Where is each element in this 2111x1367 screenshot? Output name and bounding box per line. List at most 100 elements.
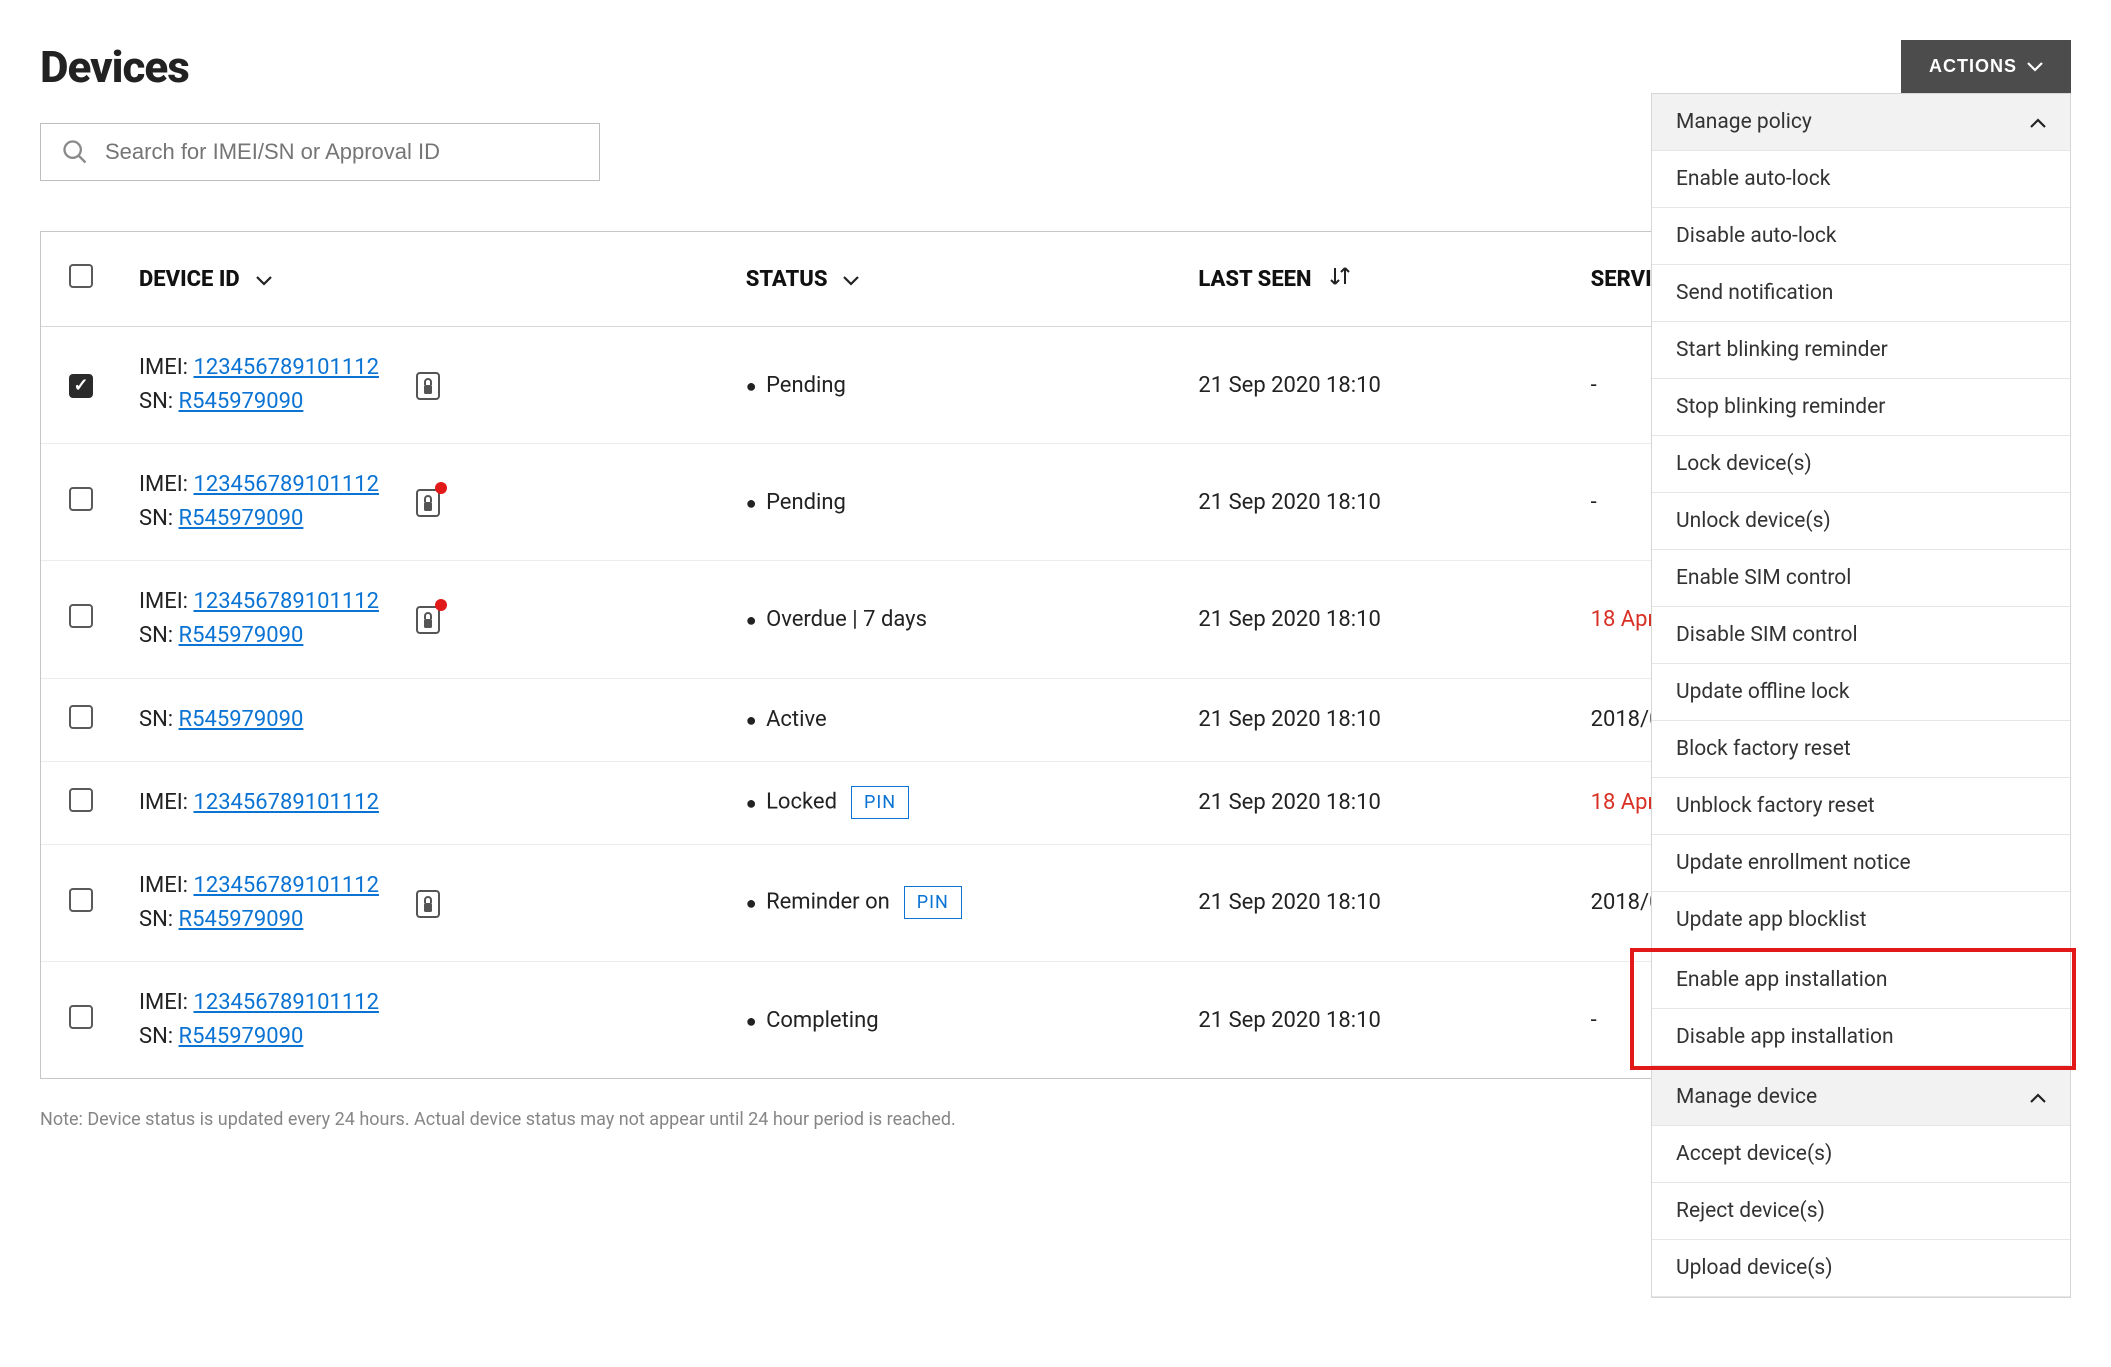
sort-icon[interactable] — [1328, 265, 1352, 293]
status-dot-icon: ● — [746, 493, 757, 514]
column-header-status[interactable]: STATUS — [746, 267, 828, 292]
search-box[interactable] — [40, 123, 600, 181]
status-text: Locked — [761, 790, 837, 815]
chevron-down-icon[interactable] — [256, 267, 272, 292]
pin-badge[interactable]: PIN — [904, 886, 962, 919]
imei-label: IMEI: — [139, 790, 193, 815]
last-seen-value: 21 Sep 2020 18:10 — [1198, 373, 1380, 398]
lock-icon — [415, 603, 441, 635]
menu-item[interactable]: Stop blinking reminder — [1652, 379, 2070, 436]
menu-item[interactable]: Update offline lock — [1652, 664, 2070, 721]
sn-label: SN: — [139, 389, 179, 414]
menu-section-header[interactable]: Manage device — [1652, 1069, 2070, 1126]
menu-item[interactable]: Enable SIM control — [1652, 550, 2070, 607]
row-checkbox[interactable] — [69, 374, 93, 398]
alert-dot-icon — [435, 482, 447, 494]
menu-item[interactable]: Start blinking reminder — [1652, 322, 2070, 379]
status-text: Reminder on — [761, 890, 890, 915]
menu-item[interactable]: Disable auto-lock — [1652, 208, 2070, 265]
actions-menu: Manage policy Enable auto-lockDisable aut… — [1651, 93, 2071, 1298]
status-text: Pending — [761, 373, 846, 398]
lock-icon — [415, 486, 441, 518]
chevron-down-icon[interactable] — [843, 267, 859, 292]
column-header-device-id[interactable]: DEVICE ID — [139, 267, 240, 292]
lock-icon — [415, 887, 441, 919]
imei-link[interactable]: 123456789101112 — [193, 990, 378, 1015]
imei-label: IMEI: — [139, 589, 193, 614]
actions-button-label: ACTIONS — [1929, 56, 2017, 77]
chevron-down-icon — [2027, 56, 2043, 77]
menu-item[interactable]: Update app blocklist — [1652, 892, 2070, 949]
menu-section-label: Manage policy — [1676, 110, 1812, 134]
chevron-up-icon — [2030, 110, 2046, 134]
menu-item[interactable]: Unblock factory reset — [1652, 778, 2070, 835]
alert-dot-icon — [435, 599, 447, 611]
select-all-checkbox[interactable] — [69, 264, 93, 288]
menu-item[interactable]: Block factory reset — [1652, 721, 2070, 778]
chevron-up-icon — [2030, 1085, 2046, 1109]
status-dot-icon: ● — [746, 1011, 757, 1032]
actions-button[interactable]: ACTIONS — [1901, 40, 2071, 93]
menu-item[interactable]: Enable auto-lock — [1652, 151, 2070, 208]
menu-item[interactable]: Enable app installation — [1652, 952, 2070, 1009]
sn-link[interactable]: R545979090 — [179, 707, 304, 732]
menu-item[interactable]: Send notification — [1652, 265, 2070, 322]
sn-link[interactable]: R545979090 — [179, 389, 304, 414]
row-checkbox[interactable] — [69, 705, 93, 729]
search-icon — [61, 138, 89, 166]
row-checkbox[interactable] — [69, 487, 93, 511]
status-dot-icon: ● — [746, 893, 757, 914]
last-seen-value: 21 Sep 2020 18:10 — [1198, 790, 1380, 815]
sn-label: SN: — [139, 707, 179, 732]
imei-link[interactable]: 123456789101112 — [193, 355, 378, 380]
sn-label: SN: — [139, 623, 179, 648]
row-checkbox[interactable] — [69, 888, 93, 912]
pin-badge[interactable]: PIN — [851, 786, 909, 819]
menu-item[interactable]: Reject device(s) — [1652, 1183, 2070, 1240]
sn-label: SN: — [139, 1024, 179, 1049]
menu-item[interactable]: Unlock device(s) — [1652, 493, 2070, 550]
sn-label: SN: — [139, 907, 179, 932]
sn-link[interactable]: R545979090 — [179, 907, 304, 932]
sn-link[interactable]: R545979090 — [179, 506, 304, 531]
row-checkbox[interactable] — [69, 788, 93, 812]
last-seen-value: 21 Sep 2020 18:10 — [1198, 707, 1380, 732]
service-ends-value: - — [1591, 1008, 1597, 1033]
imei-label: IMEI: — [139, 472, 193, 497]
row-checkbox[interactable] — [69, 1005, 93, 1029]
search-input[interactable] — [103, 138, 579, 166]
menu-item[interactable]: Update enrollment notice — [1652, 835, 2070, 892]
menu-item[interactable]: Accept device(s) — [1652, 1126, 2070, 1183]
lock-icon — [415, 369, 441, 401]
imei-link[interactable]: 123456789101112 — [193, 790, 378, 815]
status-text: Completing — [761, 1008, 879, 1033]
highlighted-menu-items: Enable app installationDisable app insta… — [1630, 948, 2076, 1070]
menu-item[interactable]: Lock device(s) — [1652, 436, 2070, 493]
imei-link[interactable]: 123456789101112 — [193, 472, 378, 497]
last-seen-value: 21 Sep 2020 18:10 — [1198, 1008, 1380, 1033]
service-ends-value: - — [1591, 373, 1597, 398]
imei-label: IMEI: — [139, 990, 193, 1015]
sn-link[interactable]: R545979090 — [179, 623, 304, 648]
imei-label: IMEI: — [139, 355, 193, 380]
sn-link[interactable]: R545979090 — [179, 1024, 304, 1049]
service-ends-value: - — [1591, 490, 1597, 515]
menu-item[interactable]: Disable app installation — [1652, 1009, 2070, 1066]
row-checkbox[interactable] — [69, 604, 93, 628]
column-header-last-seen[interactable]: LAST SEEN — [1198, 267, 1311, 292]
sn-label: SN: — [139, 506, 179, 531]
menu-item[interactable]: Disable SIM control — [1652, 607, 2070, 664]
imei-link[interactable]: 123456789101112 — [193, 589, 378, 614]
page-title: Devices — [40, 41, 189, 93]
actions-dropdown: ACTIONS Manage policyEnable auto-lockDis… — [1901, 40, 2071, 93]
imei-label: IMEI: — [139, 873, 193, 898]
menu-item[interactable]: Upload device(s) — [1652, 1240, 2070, 1297]
menu-section-header[interactable]: Manage policy — [1652, 94, 2070, 151]
last-seen-value: 21 Sep 2020 18:10 — [1198, 890, 1380, 915]
menu-section-label: Manage device — [1676, 1085, 1817, 1109]
status-dot-icon: ● — [746, 376, 757, 397]
last-seen-value: 21 Sep 2020 18:10 — [1198, 490, 1380, 515]
status-text: Active — [761, 707, 827, 732]
imei-link[interactable]: 123456789101112 — [193, 873, 378, 898]
status-dot-icon: ● — [746, 710, 757, 731]
